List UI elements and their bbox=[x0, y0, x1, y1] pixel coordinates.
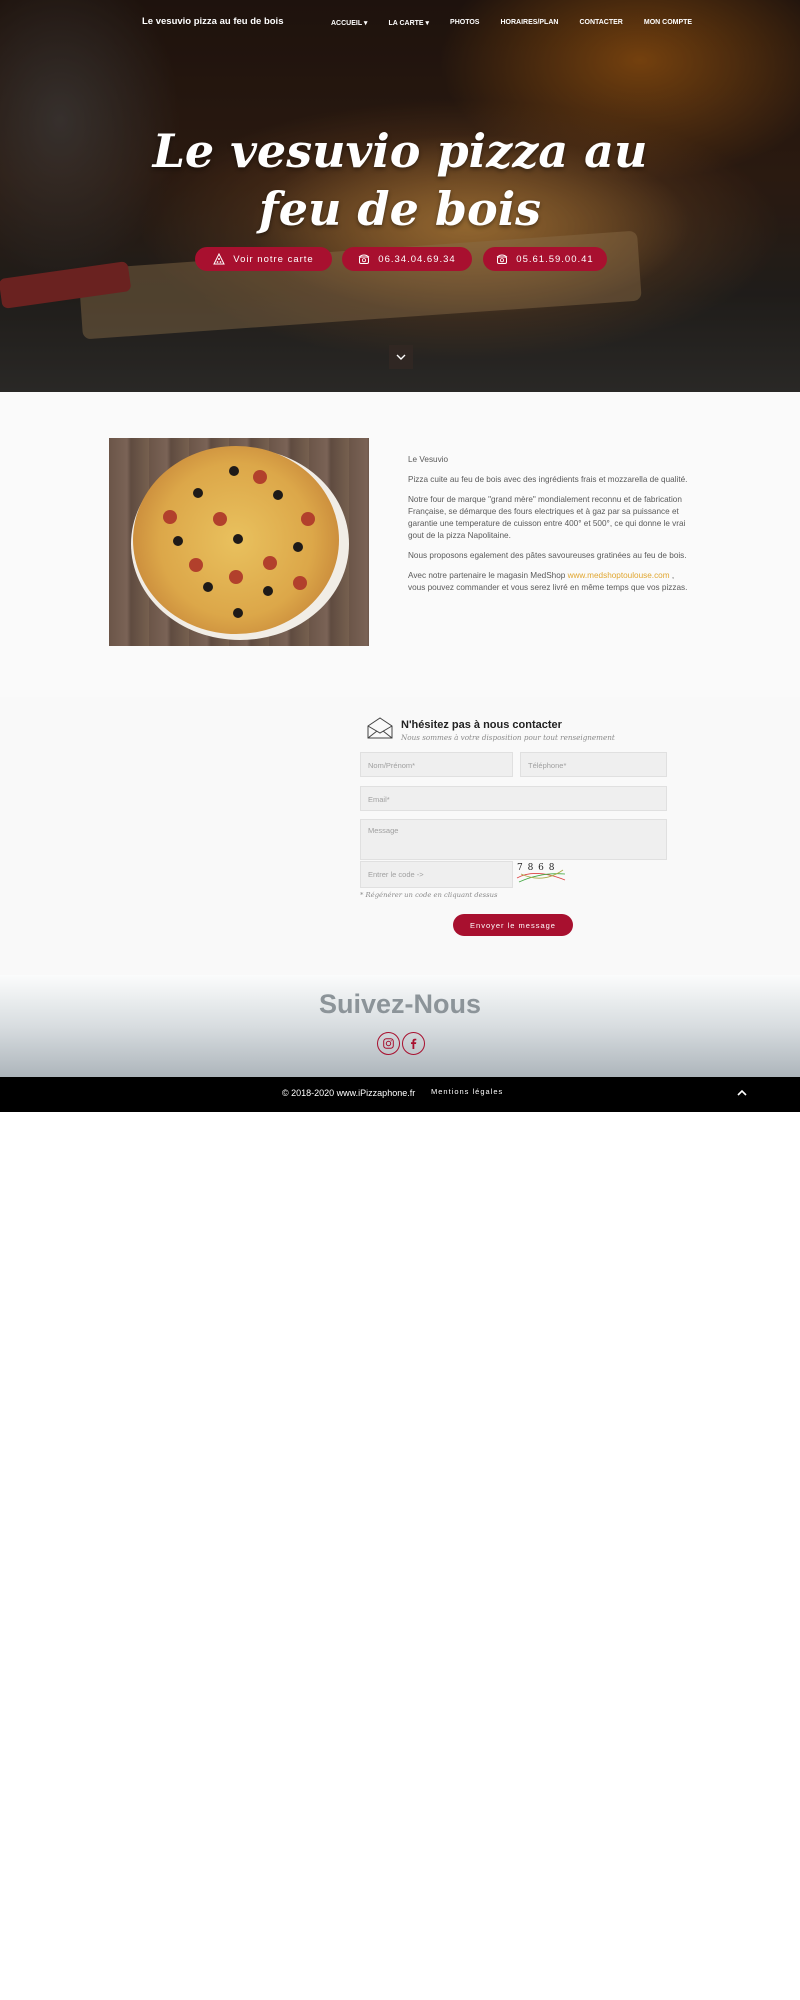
pepperoni bbox=[301, 512, 315, 526]
captcha-code-field[interactable]: Entrer le code -> bbox=[360, 861, 513, 888]
olive bbox=[233, 608, 243, 618]
pepperoni bbox=[229, 570, 243, 584]
olive bbox=[229, 466, 239, 476]
envelope-icon bbox=[367, 717, 393, 739]
name-field[interactable]: Nom/Prénom* bbox=[360, 752, 513, 777]
footer: © 2018-2020 www.iPizzaphone.fr Mentions … bbox=[0, 1077, 800, 1112]
about-paragraph: Pizza cuite au feu de bois avec des ingr… bbox=[408, 475, 688, 484]
pizza bbox=[133, 446, 339, 634]
hero-title: Le vesuvio pizza au feu de bois bbox=[152, 124, 648, 236]
about-paragraph: Avec notre partenaire le magasin MedShop… bbox=[408, 570, 691, 594]
menu-item-accueil[interactable]: Accueil ▾ bbox=[331, 19, 367, 27]
scroll-down-button[interactable] bbox=[389, 345, 413, 369]
top-navbar: Le vesuvio pizza au feu de bois Accueil … bbox=[0, 0, 800, 46]
message-field[interactable]: Message bbox=[360, 819, 667, 860]
captcha-text: 7 8 6 8 bbox=[517, 863, 556, 873]
instagram-button[interactable] bbox=[377, 1032, 400, 1055]
copyright-text: © 2018-2020 www.iPizzaphone.fr bbox=[282, 1088, 416, 1098]
send-button[interactable]: Envoyer le message bbox=[453, 914, 573, 936]
menu-item-contacter[interactable]: Contacter bbox=[579, 19, 622, 27]
phone-icon bbox=[358, 254, 370, 264]
follow-section: Suivez-Nous bbox=[0, 975, 800, 1077]
email-field[interactable]: Email* bbox=[360, 786, 667, 811]
brand-link[interactable]: Le vesuvio pizza au feu de bois bbox=[142, 16, 283, 27]
about-section: Le Vesuvio Pizza cuite au feu de bois av… bbox=[0, 392, 800, 697]
captcha-hint: * Régénérer un code en cliquant dessus bbox=[360, 891, 498, 899]
menu-button[interactable]: Voir notre carte bbox=[195, 247, 332, 271]
partner-text: Avec notre partenaire le magasin MedShop bbox=[408, 571, 568, 580]
phone2-button-label: 05.61.59.00.41 bbox=[516, 253, 594, 265]
phone1-button[interactable]: 06.34.04.69.34 bbox=[342, 247, 472, 271]
olive bbox=[203, 582, 213, 592]
main-menu: Accueil ▾ La carte ▾ Photos Horaires/Pla… bbox=[331, 19, 713, 27]
captcha-image[interactable]: 7 8 6 8 bbox=[515, 862, 567, 884]
contact-title: N'hésitez pas à nous contacter bbox=[401, 719, 562, 731]
pepperoni bbox=[163, 510, 177, 524]
olive bbox=[263, 586, 273, 596]
medshop-link[interactable]: www.medshoptoulouse.com bbox=[568, 571, 670, 580]
about-text: Le Vesuvio Pizza cuite au feu de bois av… bbox=[408, 454, 691, 602]
contact-subtitle: Nous sommes à votre disposition pour tou… bbox=[401, 733, 615, 742]
menu-item-horaires-plan[interactable]: Horaires/Plan bbox=[500, 19, 558, 27]
hero-section: Le vesuvio pizza au feu de bois Accueil … bbox=[0, 0, 800, 392]
pizza-photo bbox=[109, 438, 369, 646]
phone2-button[interactable]: 05.61.59.00.41 bbox=[483, 247, 607, 271]
back-to-top-icon[interactable] bbox=[736, 1087, 748, 1099]
about-paragraph: Notre four de marque "grand mère" mondia… bbox=[408, 495, 686, 540]
pepperoni bbox=[189, 558, 203, 572]
about-paragraph: Nous proposons egalement des pâtes savou… bbox=[408, 551, 687, 560]
follow-title: Suivez-Nous bbox=[318, 989, 482, 1019]
menu-item-la-carte[interactable]: La carte ▾ bbox=[388, 19, 429, 27]
olive bbox=[173, 536, 183, 546]
facebook-button[interactable] bbox=[402, 1032, 425, 1055]
legal-link[interactable]: Mentions légales bbox=[431, 1087, 503, 1096]
olive bbox=[193, 488, 203, 498]
phone-icon bbox=[496, 254, 508, 264]
pepperoni bbox=[293, 576, 307, 590]
phone-field[interactable]: Téléphone* bbox=[520, 752, 667, 777]
menu-button-label: Voir notre carte bbox=[233, 253, 314, 265]
pepperoni bbox=[213, 512, 227, 526]
menu-item-photos[interactable]: Photos bbox=[450, 19, 479, 27]
phone1-button-label: 06.34.04.69.34 bbox=[378, 253, 456, 265]
pepperoni bbox=[263, 556, 277, 570]
olive bbox=[293, 542, 303, 552]
instagram-icon bbox=[383, 1038, 394, 1049]
chevron-down-icon bbox=[396, 354, 406, 360]
about-heading: Le Vesuvio bbox=[408, 455, 449, 464]
facebook-icon bbox=[411, 1038, 417, 1049]
contact-section: N'hésitez pas à nous contacter Nous somm… bbox=[0, 697, 800, 975]
menu-item-mon-compte[interactable]: Mon compte bbox=[644, 19, 692, 27]
olive bbox=[233, 534, 243, 544]
olive bbox=[273, 490, 283, 500]
pizza-slice-icon bbox=[213, 253, 226, 265]
pepperoni bbox=[253, 470, 267, 484]
